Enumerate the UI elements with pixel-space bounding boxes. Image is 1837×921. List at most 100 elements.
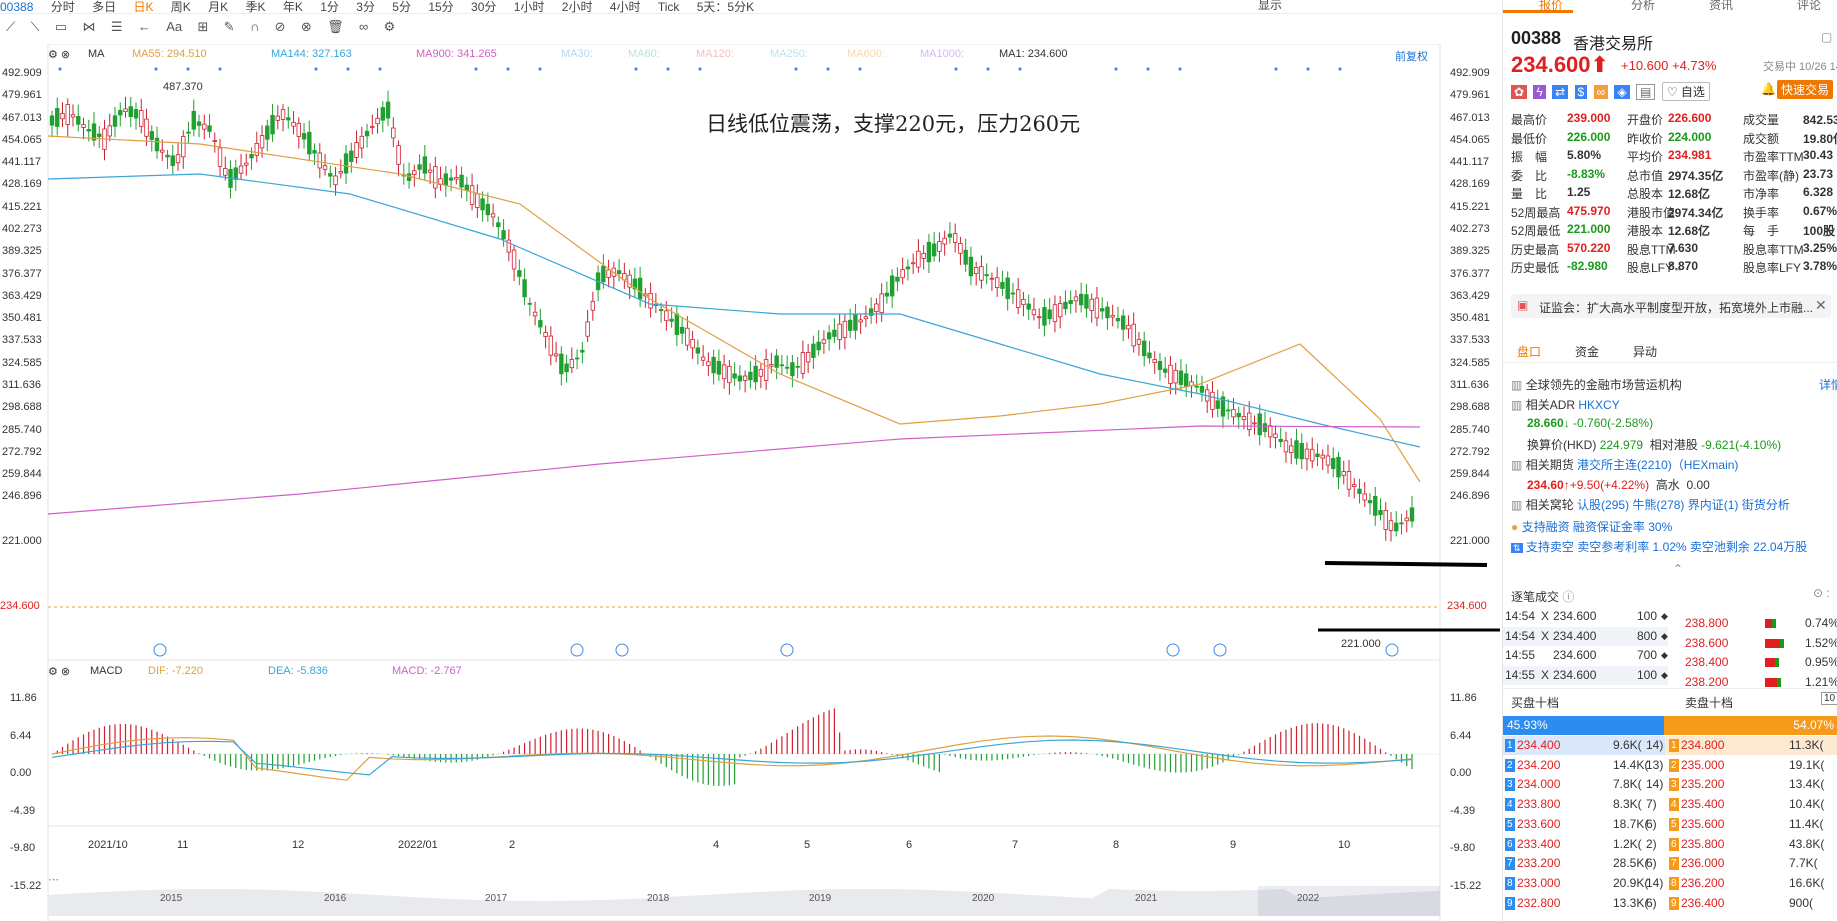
tag-icon[interactable]: ◈ [1614, 85, 1630, 99]
dollar-icon[interactable]: $ [1574, 85, 1588, 99]
magnet-icon[interactable]: ∩ [250, 19, 259, 34]
ma-settings-icon[interactable]: ⚙ ⊗ [48, 48, 70, 61]
kline-chart[interactable] [0, 44, 1500, 921]
margin-row[interactable]: ● 支持融资 融资保证金率 30% [1511, 518, 1672, 535]
ask-price[interactable]: 236.200 [1681, 874, 1724, 893]
bell-icon[interactable]: 🔔 [1761, 82, 1776, 96]
fork-tool-icon[interactable]: ⋈ [83, 19, 96, 35]
crosshair-icon[interactable]: ⟋ [6, 19, 15, 35]
settings-icon[interactable]: ⚙ [384, 19, 396, 35]
collapse-chevron-icon[interactable]: ⌃ [1673, 266, 1683, 280]
period-tab[interactable]: 年K [283, 1, 303, 13]
link-icon[interactable]: ∞ [359, 19, 368, 34]
candle-body [1163, 368, 1168, 373]
text-tool-icon[interactable]: Aa [166, 19, 182, 34]
period-tab[interactable]: 4小时 [610, 1, 641, 13]
tab-news[interactable]: 资讯 [1709, 0, 1733, 13]
hide-icon[interactable]: ⊘ [275, 19, 286, 35]
tab-analysis[interactable]: 分析 [1631, 0, 1655, 13]
futures-link[interactable]: 港交所主连(2210)（HEXmain) [1577, 458, 1738, 472]
subtab-capital[interactable]: 资金 [1575, 343, 1599, 360]
period-tab[interactable]: 5天：5分K [697, 1, 754, 13]
period-tab[interactable]: 30分 [471, 1, 496, 13]
settings-toggle-icon[interactable]: 10 [1821, 692, 1837, 705]
bid-price[interactable]: 234.000 [1517, 775, 1560, 794]
doc-icon[interactable]: ▤ [1636, 84, 1656, 100]
exchange-icon[interactable]: ⇄ [1552, 85, 1569, 99]
bid-price[interactable]: 233.200 [1517, 854, 1560, 873]
line-tool-icon[interactable]: ⟍ [30, 19, 39, 35]
chart-annotation[interactable]: 日线低位震荡，支撑220元，压力260元 [706, 108, 1080, 138]
bid-price[interactable]: 233.000 [1517, 874, 1560, 893]
collapse-chevron-icon[interactable]: ⌃ [1673, 562, 1683, 576]
arrow-tool-icon[interactable]: ← [138, 19, 151, 34]
fib-tool-icon[interactable]: ☰ [111, 19, 123, 35]
period-tab[interactable]: 1小时 [514, 1, 545, 13]
adjust-mode[interactable]: 前复权 [1395, 48, 1428, 64]
period-tab[interactable]: 15分 [428, 1, 453, 13]
candle-body [832, 329, 837, 337]
ask-price[interactable]: 235.400 [1681, 795, 1724, 814]
help-icon[interactable]: ⓘ [1562, 590, 1574, 604]
warrant-call-link[interactable]: 认股(295) [1577, 498, 1629, 512]
event-dot [986, 67, 990, 71]
warrant-inline-link[interactable]: 界内证(1) [1688, 498, 1739, 512]
bid-price[interactable]: 234.400 [1517, 736, 1560, 755]
subtab-orderbook[interactable]: 盘口 [1517, 343, 1541, 360]
lock-icon[interactable]: ⊗ [301, 19, 312, 35]
bid-price[interactable]: 233.800 [1517, 795, 1560, 814]
chart-area[interactable]: ⚙ ⊗ MA MA55: 294.510 MA144: 327.163 MA90… [0, 44, 1500, 921]
period-tab[interactable]: 1分 [320, 1, 339, 13]
display-menu[interactable]: 显示 [1258, 0, 1282, 11]
adr-code-link[interactable]: HKXCY [1578, 398, 1619, 412]
short-row[interactable]: ⇅ 支持卖空 卖空参考利率 1.02% 卖空池剩余 22.04万股 [1511, 538, 1807, 555]
news-banner[interactable]: ▣ 证监会：扩大高水平制度型开放，拓宽境外上市融... ✕ [1511, 294, 1831, 318]
ask-price[interactable]: 236.400 [1681, 894, 1724, 913]
period-tab[interactable]: 多日 [92, 1, 116, 13]
bid-price[interactable]: 234.200 [1517, 756, 1560, 775]
stock-code-tab[interactable]: 00388 [0, 1, 33, 13]
period-tab[interactable]: 5分 [392, 1, 411, 13]
ask-price[interactable]: 235.600 [1681, 815, 1724, 834]
candle-body [753, 365, 758, 383]
bid-price[interactable]: 233.600 [1517, 815, 1560, 834]
warrant-analysis-link[interactable]: 街货分析 [1742, 498, 1790, 512]
more-icon[interactable]: ⋯ [48, 873, 59, 886]
period-tab[interactable]: 月K [208, 1, 228, 13]
measure-icon[interactable]: ⊞ [197, 19, 208, 35]
period-tab-active[interactable]: 日K [133, 1, 153, 13]
watchlist-button[interactable]: ♡ 自选 [1661, 82, 1710, 101]
ask-price[interactable]: 235.000 [1681, 756, 1724, 775]
period-tab[interactable]: 周K [171, 1, 191, 13]
bid-price[interactable]: 233.400 [1517, 835, 1560, 854]
candle-body [422, 156, 428, 174]
stat-label: 市净率 [1743, 187, 1780, 201]
ma-label[interactable]: MA [88, 48, 105, 60]
quick-trade-button[interactable]: 快速交易 [1777, 80, 1834, 99]
ask-price[interactable]: 236.000 [1681, 854, 1724, 873]
rect-tool-icon[interactable]: ▭ [55, 19, 67, 35]
bid-price[interactable]: 232.800 [1517, 894, 1560, 913]
subtab-movement[interactable]: 异动 [1633, 343, 1657, 360]
lightning-icon[interactable]: ϟ [1533, 85, 1546, 99]
pen-icon[interactable]: ✎ [224, 19, 235, 35]
tab-comments[interactable]: 评论 [1797, 0, 1821, 13]
ask-price[interactable]: 235.200 [1681, 775, 1724, 794]
ask-price[interactable]: 235.800 [1681, 835, 1724, 854]
period-tab[interactable]: 季K [246, 1, 266, 13]
period-tab[interactable]: Tick [658, 1, 680, 13]
chain-icon[interactable]: ∞ [1593, 85, 1609, 99]
period-tab[interactable]: 3分 [356, 1, 375, 13]
detail-link[interactable]: 详情 [1819, 376, 1837, 393]
macd-settings-icon[interactable]: ⚙ ⊗ [48, 665, 70, 678]
period-tab[interactable]: 分时 [51, 1, 75, 13]
close-news-icon[interactable]: ✕ [1815, 297, 1827, 314]
warrant-cbbc-link[interactable]: 牛熊(278) [1632, 498, 1684, 512]
hk-flag-icon[interactable]: ✿ [1511, 85, 1528, 99]
period-tab[interactable]: 2小时 [562, 1, 593, 13]
ask-price[interactable]: 234.800 [1681, 736, 1724, 755]
more-options-icon[interactable]: ⊙ : [1813, 586, 1830, 600]
delete-icon[interactable]: 🗑 [327, 19, 344, 35]
expand-icon[interactable]: ▢ [1821, 30, 1832, 44]
macd-label[interactable]: MACD [90, 665, 122, 677]
